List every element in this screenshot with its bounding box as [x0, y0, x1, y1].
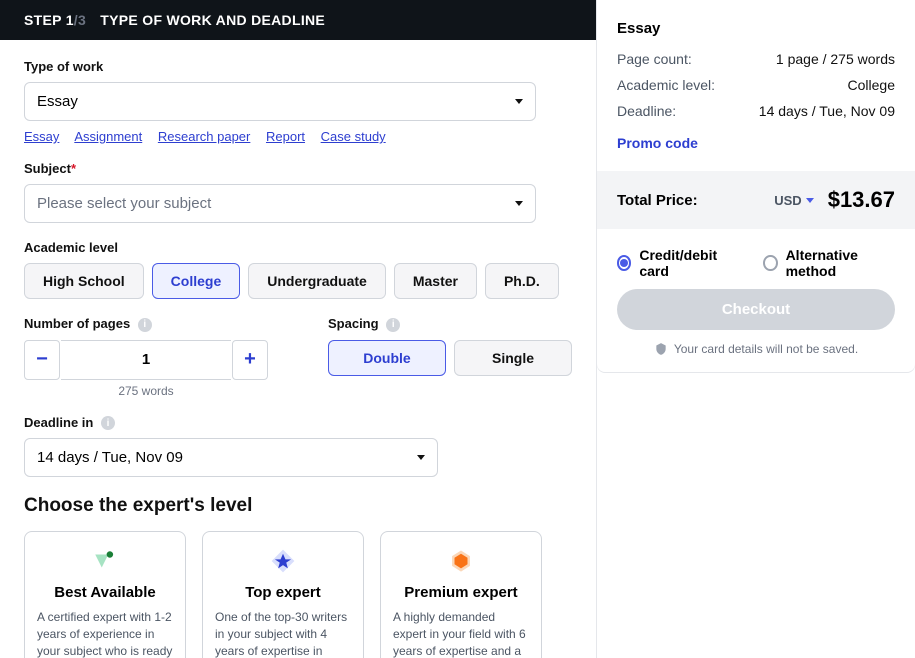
level-master[interactable]: Master — [394, 263, 477, 299]
pages-words-hint: 275 words — [24, 384, 268, 398]
checkout-button[interactable]: Checkout — [617, 289, 895, 330]
subject-placeholder: Please select your subject — [37, 195, 211, 212]
academic-level-label: Academic level — [24, 240, 118, 255]
expert-name: Top expert — [215, 584, 351, 601]
deadline-group: Deadline in i 14 days / Tue, Nov 09 — [24, 414, 572, 478]
type-quicklinks: Essay Assignment Research paper Report C… — [24, 129, 572, 144]
info-icon[interactable]: i — [386, 318, 400, 332]
summary-row-deadline: Deadline: 14 days / Tue, Nov 09 — [617, 103, 895, 119]
form-area: Type of work Essay Essay Assignment Rese… — [0, 40, 596, 658]
subject-select[interactable]: Please select your subject — [24, 184, 536, 223]
total-price: $13.67 — [828, 187, 895, 213]
academic-level-group: Academic level High School College Under… — [24, 239, 572, 299]
deadline-label: Deadline in i — [24, 415, 115, 431]
level-undergraduate[interactable]: Undergraduate — [248, 263, 386, 299]
spacing-group: Spacing i Double Single — [328, 315, 572, 398]
radio-selected-icon — [617, 255, 631, 271]
pages-decrement-button[interactable]: − — [24, 340, 60, 380]
quicklink-essay[interactable]: Essay — [24, 129, 59, 144]
type-of-work-value: Essay — [37, 93, 78, 110]
caret-down-icon — [806, 198, 814, 203]
pages-group: Number of pages i − + 275 words — [24, 315, 268, 398]
step-total: 3 — [78, 12, 86, 28]
caret-down-icon — [417, 455, 425, 460]
deadline-select[interactable]: 14 days / Tue, Nov 09 — [24, 438, 438, 477]
star-badge-icon — [270, 548, 296, 574]
expert-desc: One of the top-30 writers in your subjec… — [215, 609, 351, 658]
type-of-work-label: Type of work — [24, 59, 103, 74]
caret-down-icon — [515, 99, 523, 104]
subject-group: Subject* Please select your subject — [24, 160, 572, 223]
check-badge-icon — [92, 548, 118, 574]
step-header: STEP 1/3 TYPE OF WORK AND DEADLINE — [0, 0, 596, 40]
spacing-single[interactable]: Single — [454, 340, 572, 376]
subject-label: Subject* — [24, 161, 76, 176]
spacing-label: Spacing i — [328, 316, 400, 332]
quicklink-research-paper[interactable]: Research paper — [158, 129, 251, 144]
payment-alternative[interactable]: Alternative method — [763, 247, 895, 279]
expert-name: Best Available — [37, 584, 173, 601]
summary-title: Essay — [617, 20, 895, 37]
required-asterisk: * — [71, 161, 76, 176]
payment-credit-card[interactable]: Credit/debit card — [617, 247, 735, 279]
quicklink-report[interactable]: Report — [266, 129, 305, 144]
spacing-double[interactable]: Double — [328, 340, 446, 376]
pages-increment-button[interactable]: + — [232, 340, 268, 380]
quicklink-assignment[interactable]: Assignment — [74, 129, 142, 144]
pages-label: Number of pages i — [24, 316, 152, 332]
expert-name: Premium expert — [393, 584, 529, 601]
level-college[interactable]: College — [152, 263, 241, 299]
card-security-note: Your card details will not be saved. — [617, 342, 895, 356]
currency-select[interactable]: USD — [774, 193, 813, 208]
expert-desc: A certified expert with 1-2 years of exp… — [37, 609, 173, 658]
info-icon[interactable]: i — [138, 318, 152, 332]
expert-cards: Best Available A certified expert with 1… — [24, 531, 572, 658]
pages-input[interactable] — [61, 340, 231, 380]
pages-spacing-row: Number of pages i − + 275 words Spacing … — [24, 315, 572, 414]
promo-code-link[interactable]: Promo code — [617, 135, 698, 151]
summary-row-page-count: Page count: 1 page / 275 words — [617, 51, 895, 67]
pages-stepper: − + — [24, 340, 268, 380]
radio-unselected-icon — [763, 255, 777, 271]
type-of-work-group: Type of work Essay Essay Assignment Rese… — [24, 58, 572, 144]
expert-level-heading: Choose the expert's level — [24, 495, 572, 517]
expert-desc: A highly demanded expert in your field w… — [393, 609, 529, 658]
checkout-area: Checkout Your card details will not be s… — [597, 289, 915, 356]
level-phd[interactable]: Ph.D. — [485, 263, 559, 299]
info-icon[interactable]: i — [101, 416, 115, 430]
caret-down-icon — [515, 201, 523, 206]
expert-card-top-expert[interactable]: Top expert One of the top-30 writers in … — [202, 531, 364, 658]
expert-card-premium-expert[interactable]: Premium expert A highly demanded expert … — [380, 531, 542, 658]
quicklink-case-study[interactable]: Case study — [321, 129, 386, 144]
deadline-value: 14 days / Tue, Nov 09 — [37, 449, 183, 466]
total-price-row: Total Price: USD $13.67 — [597, 171, 915, 229]
step-number: STEP 1 — [24, 12, 74, 28]
shield-icon — [654, 342, 668, 356]
expert-card-best-available[interactable]: Best Available A certified expert with 1… — [24, 531, 186, 658]
academic-level-buttons: High School College Undergraduate Master… — [24, 263, 572, 299]
main-form-panel: STEP 1/3 TYPE OF WORK AND DEADLINE Type … — [0, 0, 596, 658]
level-high-school[interactable]: High School — [24, 263, 144, 299]
total-label: Total Price: — [617, 192, 698, 209]
order-summary-panel: Essay Page count: 1 page / 275 words Aca… — [596, 0, 915, 658]
payment-options: Credit/debit card Alternative method — [597, 229, 915, 289]
summary-row-academic-level: Academic level: College — [617, 77, 895, 93]
premium-badge-icon — [448, 548, 474, 574]
step-title: TYPE OF WORK AND DEADLINE — [100, 12, 325, 28]
spacing-buttons: Double Single — [328, 340, 572, 376]
type-of-work-select[interactable]: Essay — [24, 82, 536, 121]
summary-head: Essay Page count: 1 page / 275 words Aca… — [597, 0, 915, 161]
